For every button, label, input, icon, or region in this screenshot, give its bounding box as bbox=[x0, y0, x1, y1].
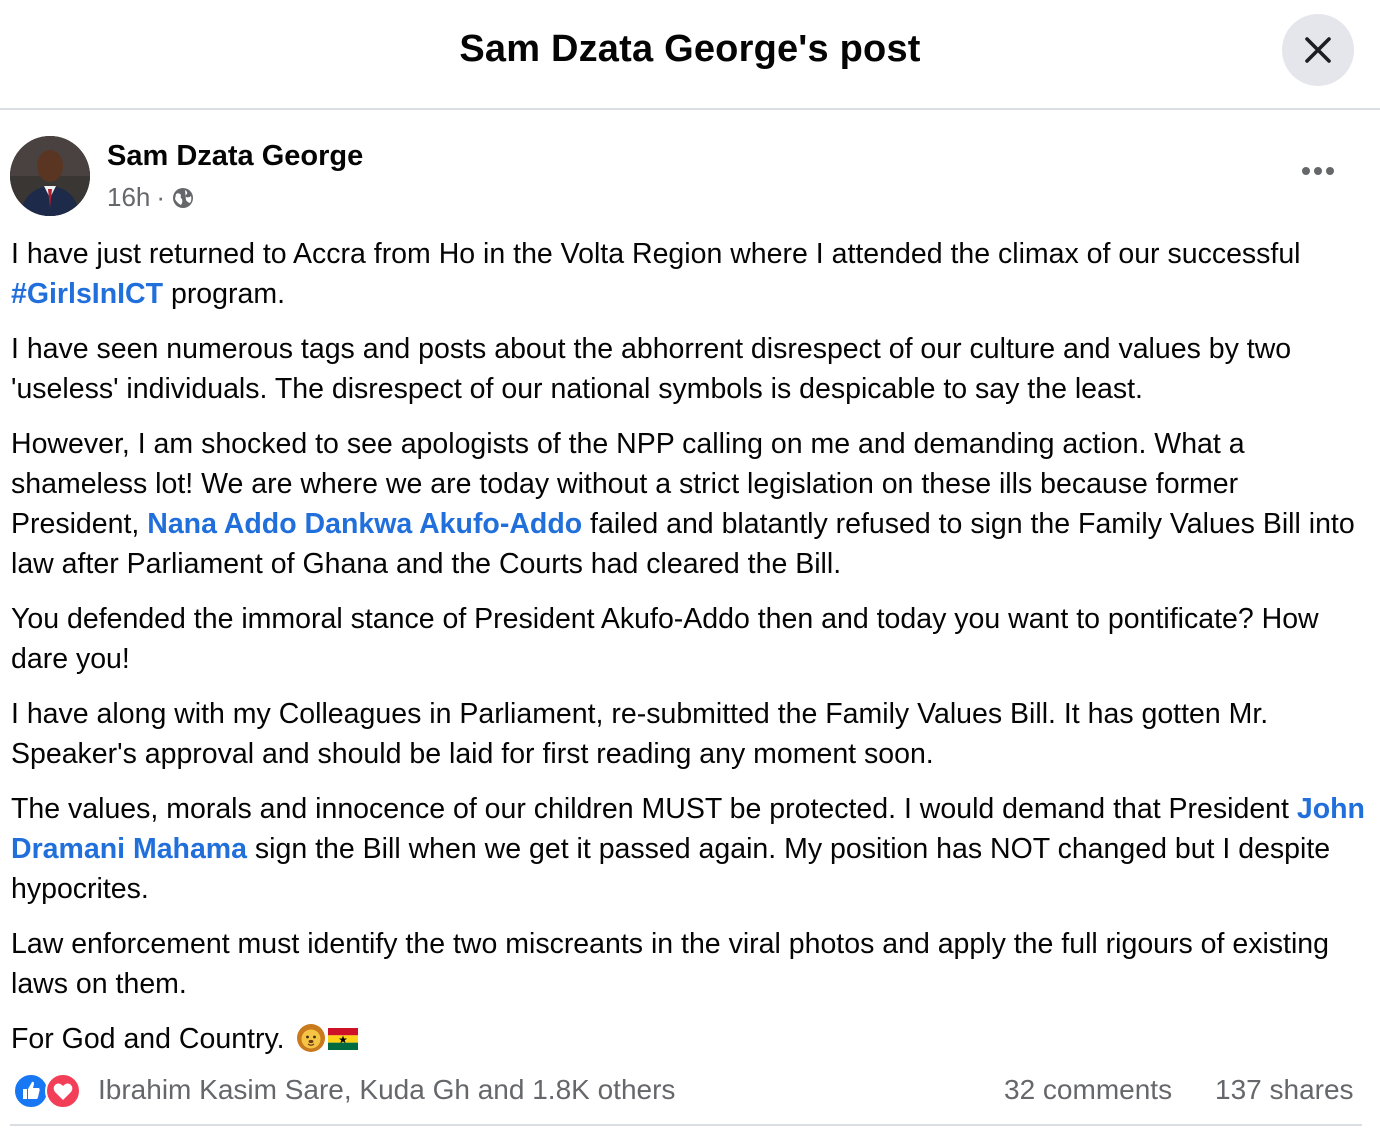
hashtag-link[interactable]: #GirlsInICT bbox=[11, 278, 163, 310]
author-name[interactable]: Sam Dzata George bbox=[107, 140, 363, 173]
post-body: I have just returned to Accra from Ho in… bbox=[11, 234, 1371, 1074]
avatar[interactable] bbox=[10, 136, 90, 216]
post-paragraph: The values, morals and innocence of our … bbox=[11, 793, 1365, 905]
reaction-icons[interactable] bbox=[13, 1073, 91, 1109]
modal-header: Sam Dzata George's post bbox=[0, 0, 1380, 110]
mention-link[interactable]: Nana Addo Dankwa Akufo-Addo bbox=[147, 508, 582, 540]
post-footer: Ibrahim Kasim Sare, Kuda Gh and 1.8K oth… bbox=[0, 1064, 1380, 1118]
post-header: Sam Dzata George 16h · bbox=[0, 130, 1380, 220]
comments-count[interactable]: 32 comments bbox=[1004, 1074, 1172, 1106]
ghana-flag-icon bbox=[327, 1028, 358, 1050]
bottom-divider bbox=[10, 1124, 1362, 1126]
like-icon bbox=[13, 1073, 49, 1109]
modal-title: Sam Dzata George's post bbox=[459, 28, 921, 70]
close-icon bbox=[1305, 37, 1331, 63]
love-icon bbox=[45, 1073, 81, 1109]
avatar-photo bbox=[10, 136, 90, 216]
post-paragraph: You defended the immoral stance of Presi… bbox=[11, 603, 1319, 675]
meta-separator: · bbox=[156, 182, 166, 212]
post-paragraph: However, I am shocked to see apologists … bbox=[11, 428, 1355, 580]
lion-emoji-icon bbox=[296, 1024, 325, 1052]
post-paragraph: I have seen numerous tags and posts abou… bbox=[11, 333, 1292, 405]
post-paragraph: Law enforcement must identify the two mi… bbox=[11, 928, 1329, 1000]
more-icon bbox=[1302, 167, 1334, 175]
shares-count[interactable]: 137 shares bbox=[1215, 1074, 1354, 1106]
post-paragraph: I have just returned to Accra from Ho in… bbox=[11, 238, 1301, 310]
close-button[interactable] bbox=[1282, 14, 1354, 86]
post-paragraph: For God and Country. bbox=[11, 1019, 1371, 1059]
reaction-names[interactable]: Ibrahim Kasim Sare, Kuda Gh and 1.8K oth… bbox=[98, 1074, 675, 1106]
more-options-button[interactable] bbox=[1296, 156, 1340, 186]
post-paragraph: I have along with my Colleagues in Parli… bbox=[11, 698, 1269, 770]
post-time[interactable]: 16h bbox=[107, 182, 150, 213]
globe-icon bbox=[173, 187, 194, 208]
post-meta: 16h · bbox=[107, 182, 195, 213]
